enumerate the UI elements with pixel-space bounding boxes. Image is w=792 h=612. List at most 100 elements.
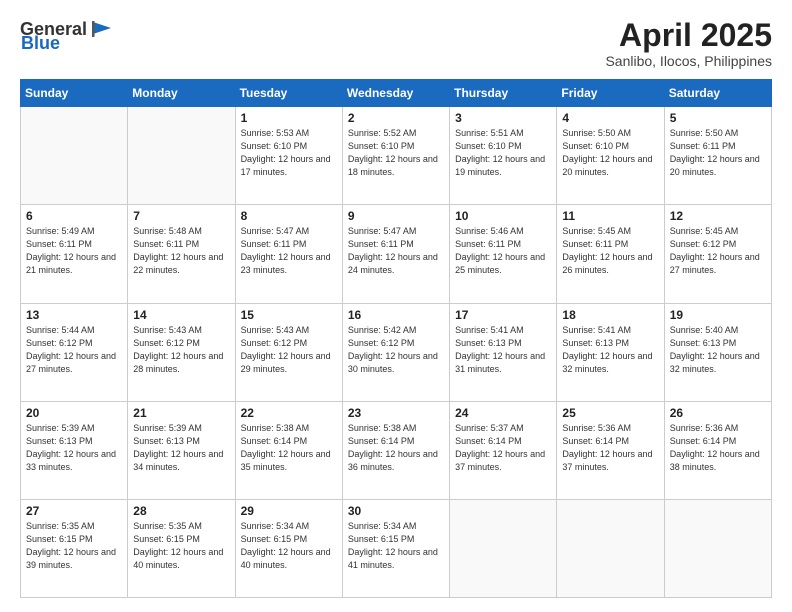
calendar-day-cell: 26Sunrise: 5:36 AM Sunset: 6:14 PM Dayli… <box>664 401 771 499</box>
day-info: Sunrise: 5:47 AM Sunset: 6:11 PM Dayligh… <box>348 225 444 277</box>
day-info: Sunrise: 5:52 AM Sunset: 6:10 PM Dayligh… <box>348 127 444 179</box>
day-info: Sunrise: 5:36 AM Sunset: 6:14 PM Dayligh… <box>562 422 658 474</box>
calendar-day-cell: 14 Sunrise: 5:43 AM Sunset: 6:12 PM Dayli… <box>128 303 235 401</box>
day-info: Sunrise: 5:49 AM Sunset: 6:11 PM Dayligh… <box>26 225 122 277</box>
calendar-day-cell: 19 Sunrise: 5:40 AM Sunset: 6:13 PM Dayli… <box>664 303 771 401</box>
calendar-day-cell: 18 Sunrise: 5:41 AM Sunset: 6:13 PM Dayli… <box>557 303 664 401</box>
day-info: Sunrise: 5:41 AM Sunset: 6:13 PM Dayligh… <box>562 324 658 376</box>
day-number: 4 <box>562 111 658 125</box>
day-number: 2 <box>348 111 444 125</box>
calendar-day-cell: 22Sunrise: 5:38 AM Sunset: 6:14 PM Dayli… <box>235 401 342 499</box>
calendar-day-cell: 28 Sunrise: 5:35 AM Sunset: 6:15 PM Dayli… <box>128 499 235 597</box>
day-number: 27 <box>26 504 122 518</box>
calendar-day-cell: 15 Sunrise: 5:43 AM Sunset: 6:12 PM Dayli… <box>235 303 342 401</box>
calendar-week-row: 20 Sunrise: 5:39 AM Sunset: 6:13 PM Dayli… <box>21 401 772 499</box>
calendar-day-cell: 10Sunrise: 5:46 AM Sunset: 6:11 PM Dayli… <box>450 205 557 303</box>
day-info: Sunrise: 5:37 AM Sunset: 6:14 PM Dayligh… <box>455 422 551 474</box>
day-number: 26 <box>670 406 766 420</box>
page: General Blue April 2025 Sanlibo, Ilocos,… <box>0 0 792 612</box>
day-info: Sunrise: 5:39 AM Sunset: 6:13 PM Dayligh… <box>133 422 229 474</box>
day-info: Sunrise: 5:41 AM Sunset: 6:13 PM Dayligh… <box>455 324 551 376</box>
calendar-day-cell: 13 Sunrise: 5:44 AM Sunset: 6:12 PM Dayli… <box>21 303 128 401</box>
day-info: Sunrise: 5:53 AM Sunset: 6:10 PM Dayligh… <box>241 127 337 179</box>
day-info: Sunrise: 5:39 AM Sunset: 6:13 PM Dayligh… <box>26 422 122 474</box>
day-number: 23 <box>348 406 444 420</box>
calendar-week-row: 6Sunrise: 5:49 AM Sunset: 6:11 PM Daylig… <box>21 205 772 303</box>
calendar-weekday-header: Friday <box>557 80 664 107</box>
day-number: 11 <box>562 209 658 223</box>
day-number: 10 <box>455 209 551 223</box>
day-number: 29 <box>241 504 337 518</box>
day-number: 1 <box>241 111 337 125</box>
day-info: Sunrise: 5:45 AM Sunset: 6:11 PM Dayligh… <box>562 225 658 277</box>
calendar-day-cell <box>128 107 235 205</box>
day-number: 24 <box>455 406 551 420</box>
calendar-day-cell: 30 Sunrise: 5:34 AM Sunset: 6:15 PM Dayli… <box>342 499 449 597</box>
calendar-day-cell: 9 Sunrise: 5:47 AM Sunset: 6:11 PM Daylig… <box>342 205 449 303</box>
calendar-day-cell: 16Sunrise: 5:42 AM Sunset: 6:12 PM Dayli… <box>342 303 449 401</box>
calendar-day-cell: 17 Sunrise: 5:41 AM Sunset: 6:13 PM Dayli… <box>450 303 557 401</box>
day-number: 14 <box>133 308 229 322</box>
day-info: Sunrise: 5:51 AM Sunset: 6:10 PM Dayligh… <box>455 127 551 179</box>
day-number: 13 <box>26 308 122 322</box>
calendar-day-cell: 12Sunrise: 5:45 AM Sunset: 6:12 PM Dayli… <box>664 205 771 303</box>
day-number: 17 <box>455 308 551 322</box>
day-number: 3 <box>455 111 551 125</box>
day-info: Sunrise: 5:35 AM Sunset: 6:15 PM Dayligh… <box>26 520 122 572</box>
calendar-table: SundayMondayTuesdayWednesdayThursdayFrid… <box>20 79 772 598</box>
calendar-weekday-header: Sunday <box>21 80 128 107</box>
calendar-weekday-header: Saturday <box>664 80 771 107</box>
header: General Blue April 2025 Sanlibo, Ilocos,… <box>20 18 772 69</box>
day-info: Sunrise: 5:38 AM Sunset: 6:14 PM Dayligh… <box>241 422 337 474</box>
day-number: 21 <box>133 406 229 420</box>
day-info: Sunrise: 5:44 AM Sunset: 6:12 PM Dayligh… <box>26 324 122 376</box>
calendar-day-cell: 4 Sunrise: 5:50 AM Sunset: 6:10 PM Daylig… <box>557 107 664 205</box>
page-subtitle: Sanlibo, Ilocos, Philippines <box>605 53 772 69</box>
day-info: Sunrise: 5:40 AM Sunset: 6:13 PM Dayligh… <box>670 324 766 376</box>
calendar-day-cell <box>664 499 771 597</box>
calendar-day-cell <box>557 499 664 597</box>
day-number: 5 <box>670 111 766 125</box>
day-info: Sunrise: 5:50 AM Sunset: 6:10 PM Dayligh… <box>562 127 658 179</box>
day-number: 30 <box>348 504 444 518</box>
calendar-day-cell: 8Sunrise: 5:47 AM Sunset: 6:11 PM Daylig… <box>235 205 342 303</box>
calendar-header-row: SundayMondayTuesdayWednesdayThursdayFrid… <box>21 80 772 107</box>
calendar-day-cell: 5Sunrise: 5:50 AM Sunset: 6:11 PM Daylig… <box>664 107 771 205</box>
day-number: 15 <box>241 308 337 322</box>
calendar-day-cell: 21 Sunrise: 5:39 AM Sunset: 6:13 PM Dayli… <box>128 401 235 499</box>
day-number: 28 <box>133 504 229 518</box>
calendar-week-row: 13 Sunrise: 5:44 AM Sunset: 6:12 PM Dayli… <box>21 303 772 401</box>
day-info: Sunrise: 5:35 AM Sunset: 6:15 PM Dayligh… <box>133 520 229 572</box>
calendar-week-row: 1 Sunrise: 5:53 AM Sunset: 6:10 PM Daylig… <box>21 107 772 205</box>
day-number: 25 <box>562 406 658 420</box>
calendar-day-cell: 24 Sunrise: 5:37 AM Sunset: 6:14 PM Dayli… <box>450 401 557 499</box>
calendar-week-row: 27 Sunrise: 5:35 AM Sunset: 6:15 PM Dayli… <box>21 499 772 597</box>
day-info: Sunrise: 5:34 AM Sunset: 6:15 PM Dayligh… <box>348 520 444 572</box>
calendar-day-cell: 1 Sunrise: 5:53 AM Sunset: 6:10 PM Daylig… <box>235 107 342 205</box>
day-info: Sunrise: 5:38 AM Sunset: 6:14 PM Dayligh… <box>348 422 444 474</box>
calendar-day-cell: 11 Sunrise: 5:45 AM Sunset: 6:11 PM Dayli… <box>557 205 664 303</box>
calendar-weekday-header: Wednesday <box>342 80 449 107</box>
day-number: 9 <box>348 209 444 223</box>
day-number: 20 <box>26 406 122 420</box>
calendar-day-cell: 27 Sunrise: 5:35 AM Sunset: 6:15 PM Dayli… <box>21 499 128 597</box>
day-info: Sunrise: 5:43 AM Sunset: 6:12 PM Dayligh… <box>241 324 337 376</box>
day-number: 18 <box>562 308 658 322</box>
day-number: 19 <box>670 308 766 322</box>
day-info: Sunrise: 5:47 AM Sunset: 6:11 PM Dayligh… <box>241 225 337 277</box>
calendar-day-cell: 2 Sunrise: 5:52 AM Sunset: 6:10 PM Daylig… <box>342 107 449 205</box>
calendar-day-cell: 23 Sunrise: 5:38 AM Sunset: 6:14 PM Dayli… <box>342 401 449 499</box>
calendar-day-cell: 7 Sunrise: 5:48 AM Sunset: 6:11 PM Daylig… <box>128 205 235 303</box>
logo-flag-icon <box>91 18 113 40</box>
day-info: Sunrise: 5:45 AM Sunset: 6:12 PM Dayligh… <box>670 225 766 277</box>
logo-blue-text: Blue <box>21 34 60 52</box>
day-info: Sunrise: 5:48 AM Sunset: 6:11 PM Dayligh… <box>133 225 229 277</box>
logo: General Blue <box>20 18 113 52</box>
calendar-weekday-header: Monday <box>128 80 235 107</box>
calendar-day-cell: 6Sunrise: 5:49 AM Sunset: 6:11 PM Daylig… <box>21 205 128 303</box>
calendar-day-cell <box>450 499 557 597</box>
day-number: 7 <box>133 209 229 223</box>
header-right: April 2025 Sanlibo, Ilocos, Philippines <box>605 18 772 69</box>
day-info: Sunrise: 5:43 AM Sunset: 6:12 PM Dayligh… <box>133 324 229 376</box>
day-info: Sunrise: 5:34 AM Sunset: 6:15 PM Dayligh… <box>241 520 337 572</box>
